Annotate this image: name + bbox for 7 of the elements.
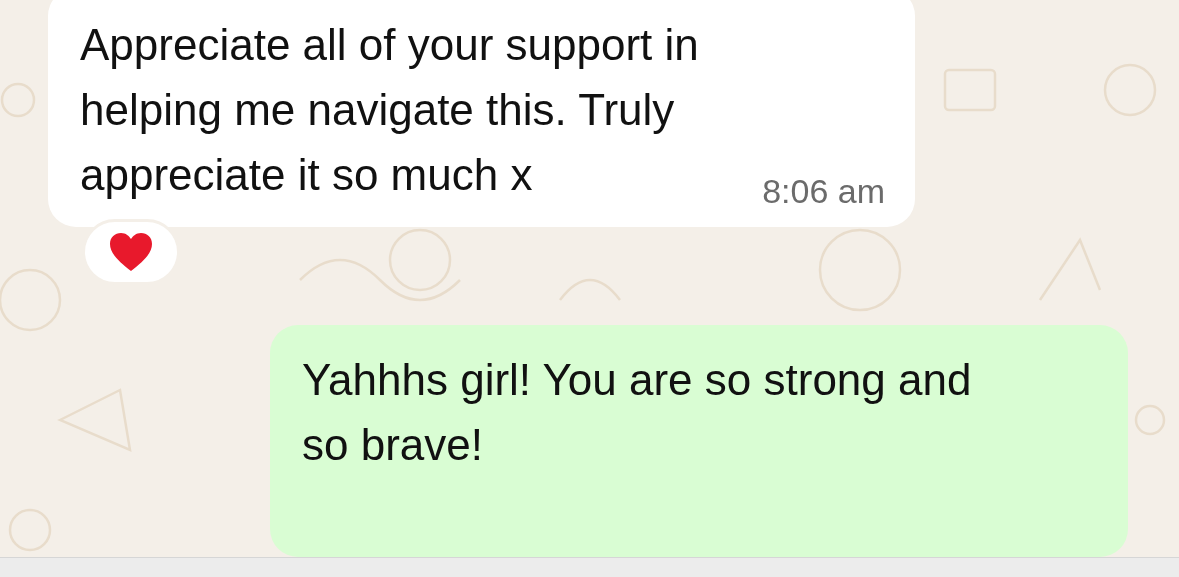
message-text: so brave! xyxy=(302,419,484,471)
message-text: appreciate it so much x xyxy=(80,149,533,201)
message-text: Yahhhs girl! You are so strong and xyxy=(302,354,973,406)
message-time: 8:06 am xyxy=(762,172,885,211)
message-text: Appreciate all of your support in xyxy=(80,19,700,71)
heart-icon xyxy=(108,231,154,273)
message-text: helping me navigate this. Truly xyxy=(80,84,676,136)
